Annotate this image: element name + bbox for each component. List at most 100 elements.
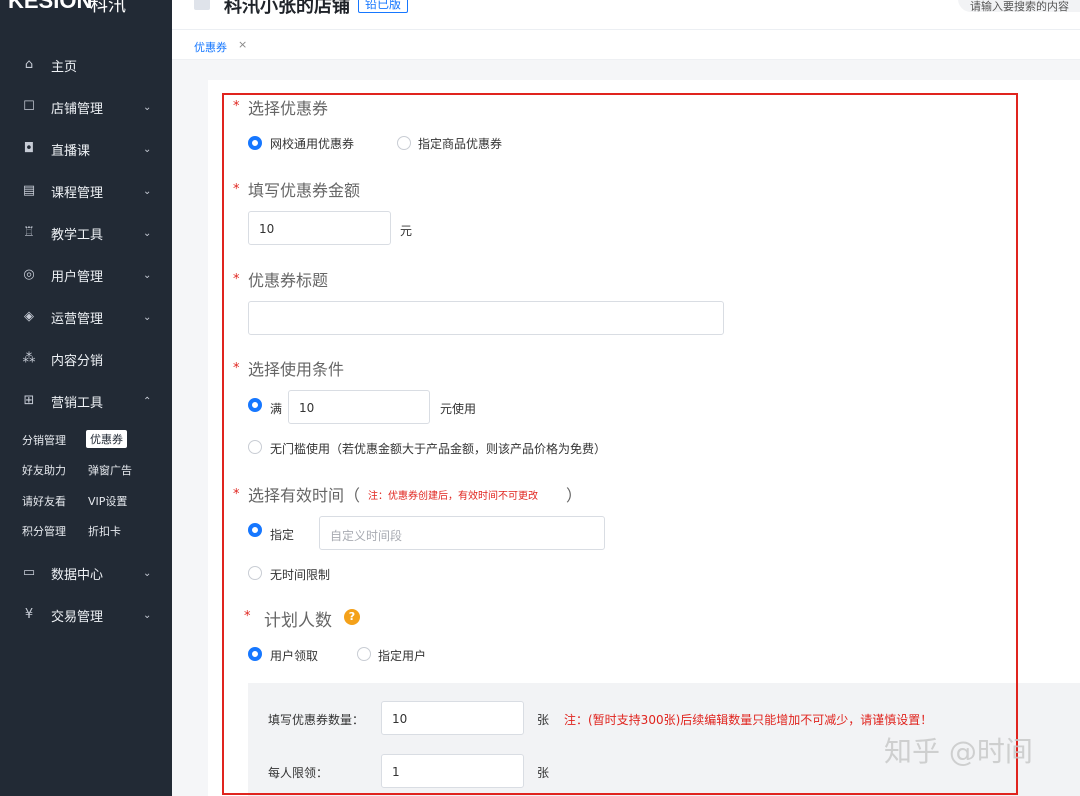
sidebar-item-users[interactable]: ◎ 用户管理 ⌄ [0,259,172,291]
sidebar-item-label: 营销工具 [51,395,104,411]
quantity-input[interactable]: 10 [381,701,524,735]
radio-label-no-threshold[interactable]: 无门槛使用（若优惠金额大于产品金额，则该产品价格为免费） [270,440,606,457]
sidebar-item-store[interactable]: ☐ 店铺管理 ⌄ [0,91,172,123]
limit-label: 每人限领： [268,766,329,780]
required-mark: * [233,182,240,197]
section-title-select-coupon: 选择优惠券 [248,99,329,118]
close-icon[interactable]: × [238,38,247,51]
chevron-down-icon: ⌄ [143,311,152,323]
chevron-down-icon: ⌄ [143,185,152,197]
radio-specify-time[interactable] [248,523,262,537]
radio-user-claim[interactable] [248,647,262,661]
search-input[interactable]: 请输入要搜索的内容 [958,0,1080,12]
submenu-popup-ad[interactable]: 弹窗广告 [88,462,132,478]
help-icon[interactable]: ? [344,609,360,625]
home-icon: ⌂ [24,57,34,72]
brand-logo: KESION 科汛 [0,0,172,16]
radio-label-no-time-limit[interactable]: 无时间限制 [270,566,330,583]
submenu-invite-friend[interactable]: 请好友看 [22,493,66,509]
coupon-title-input[interactable] [248,301,724,335]
store-icon: ☐ [23,99,35,114]
submenu-friend-help[interactable]: 好友助力 [22,462,66,478]
yen-icon: ¥ [24,607,34,622]
required-mark: * [233,361,240,376]
chevron-down-icon: ⌄ [143,101,152,113]
sidebar-item-label: 用户管理 [51,269,104,285]
sidebar-item-label: 教学工具 [51,227,104,243]
radio-no-time-limit[interactable] [248,566,262,580]
distribution-icon: ⁂ [22,351,36,366]
sidebar: KESION 科汛 ⌂ 主页 ☐ 店铺管理 ⌄ ◘ 直播课 ⌄ ▤ 课程管理 ⌄… [0,0,172,796]
submenu-coupon[interactable]: 优惠券 [86,430,127,448]
radio-product-coupon[interactable] [397,136,411,150]
tab-coupon[interactable]: 优惠券 [194,39,227,55]
chevron-up-icon: ⌃ [143,395,152,407]
sidebar-item-operation[interactable]: ◈ 运营管理 ⌄ [0,301,172,333]
threshold-suffix: 元使用 [440,402,477,416]
validity-close-paren: ） [566,486,583,505]
radio-no-threshold[interactable] [248,440,262,454]
page-title: 科汛小张的店铺 [224,0,350,17]
sidebar-item-distribution[interactable]: ⁂ 内容分销 [0,343,172,375]
menu-toggle-icon[interactable] [194,0,210,10]
sidebar-item-label: 交易管理 [51,609,104,625]
required-mark: * [244,609,251,624]
radio-label-general-coupon[interactable]: 网校通用优惠券 [270,135,354,152]
sidebar-item-trade[interactable]: ¥ 交易管理 ⌄ [0,599,172,631]
sidebar-item-live[interactable]: ◘ 直播课 ⌄ [0,133,172,165]
watermark: 知乎 @时间 [884,735,1033,768]
chart-icon: ▭ [22,565,36,580]
sidebar-item-marketing[interactable]: ⊞ 营销工具 ⌃ [0,385,172,417]
top-header: 科汛小张的店铺 铅已版 请输入要搜索的内容 [172,0,1080,30]
course-icon: ▤ [22,183,36,198]
tab-bar: 优惠券 × [172,30,1080,60]
limit-input[interactable]: 1 [381,754,524,788]
quantity-note: 注：(暂时支持300张)后续编辑数量只能增加不可减少，请谨慎设置！ [564,713,933,727]
radio-label-specific-users[interactable]: 指定用户 [378,647,426,664]
version-badge: 铅已版 [358,0,409,13]
threshold-input[interactable]: 10 [288,390,430,424]
section-title-coupon-title: 优惠券标题 [248,271,329,290]
chevron-down-icon: ⌄ [143,269,152,281]
submenu-discount-card[interactable]: 折扣卡 [88,523,121,539]
radio-threshold[interactable] [248,398,262,412]
required-mark: * [233,487,240,502]
chevron-down-icon: ⌄ [143,143,152,155]
live-icon: ◘ [23,141,35,156]
operation-icon: ◈ [24,309,34,324]
section-title-plan: 计划人数 [264,611,332,631]
sidebar-item-home[interactable]: ⌂ 主页 [0,49,172,81]
submenu-vip-settings[interactable]: VIP设置 [88,493,127,509]
required-mark: * [233,272,240,287]
quantity-unit: 张 [537,713,550,727]
sidebar-item-label: 店铺管理 [51,101,104,117]
radio-specific-users[interactable] [357,647,371,661]
sidebar-item-label: 数据中心 [51,567,104,583]
sidebar-item-label: 课程管理 [51,185,104,201]
radio-label-product-coupon[interactable]: 指定商品优惠券 [418,135,502,152]
submenu-points[interactable]: 积分管理 [22,523,66,539]
required-mark: * [233,99,240,114]
section-title-amount: 填写优惠券金额 [248,181,361,200]
section-title-validity: 选择有效时间（ [248,486,361,505]
section-title-conditions: 选择使用条件 [248,360,345,379]
brand-name: KESION [8,0,93,13]
sidebar-item-label: 直播课 [51,143,91,159]
submenu-distribution-manage[interactable]: 分销管理 [22,432,66,448]
amount-unit: 元 [400,224,413,238]
time-range-input[interactable]: 自定义时间段 [319,516,605,550]
radio-general-coupon[interactable] [248,136,262,150]
sidebar-item-data[interactable]: ▭ 数据中心 ⌄ [0,557,172,589]
radio-label-threshold-prefix[interactable]: 满 [270,400,282,417]
radio-label-specify-time[interactable]: 指定 [270,526,294,543]
validity-note: 注：优惠券创建后，有效时间不可更改 [368,491,538,502]
sidebar-item-label: 内容分销 [51,353,104,369]
amount-input[interactable]: 10 [248,211,391,245]
limit-unit: 张 [537,766,550,780]
sidebar-item-label: 运营管理 [51,311,104,327]
sidebar-item-teaching[interactable]: ♖ 教学工具 ⌄ [0,217,172,249]
chevron-down-icon: ⌄ [143,609,152,621]
gift-icon: ⊞ [23,393,35,408]
sidebar-item-course[interactable]: ▤ 课程管理 ⌄ [0,175,172,207]
radio-label-user-claim[interactable]: 用户领取 [270,647,318,664]
